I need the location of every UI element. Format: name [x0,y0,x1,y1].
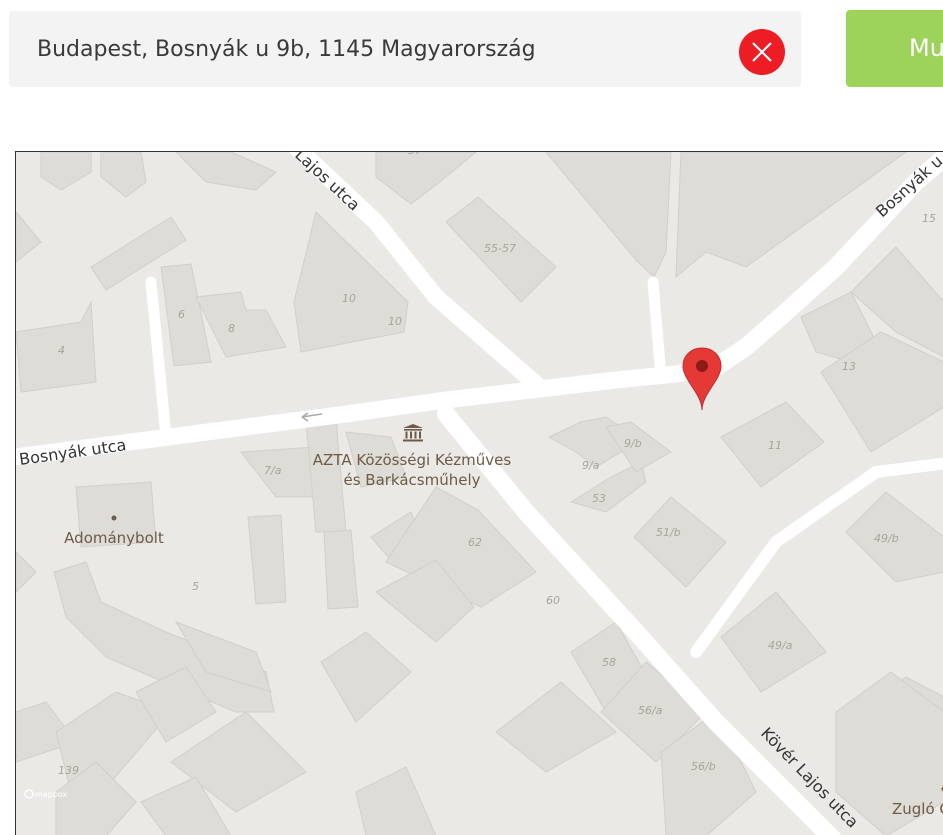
map-view[interactable]: Bosnyák utca Bosnyák u Lajos utca Kövér … [15,151,943,835]
poi-label-azta: AZTA Közösségi Kézműves [313,451,512,469]
house-number: 10 [388,315,402,328]
house-number: 5 [192,580,199,593]
poi-label-azta-2: és Barkácsműhely [343,471,480,489]
close-icon [752,42,772,62]
house-number: 139 [58,764,79,777]
address-search-input[interactable] [37,11,717,87]
map-canvas[interactable]: Bosnyák utca Bosnyák u Lajos utca Kövér … [16,152,943,835]
street-label-bosnyak: Bosnyák utca [18,435,127,469]
clear-search-button[interactable] [739,29,785,75]
house-number: 10 [342,292,356,305]
house-number: 4 [58,344,65,357]
house-number: 51/b [656,526,681,539]
house-number: 6 [178,308,185,321]
house-number: 7/a [264,464,282,477]
house-number: 49/a [768,639,793,652]
mapbox-attribution: mapbox [35,790,68,799]
street-label-lajos: Lajos utca [291,152,363,214]
house-number: 56/a [638,704,663,717]
house-number: 13 [842,360,856,373]
house-number: 55-57 [484,242,516,255]
house-number: 9/a [582,459,600,472]
submit-button[interactable]: Mu [846,10,943,87]
house-number: 58 [602,656,616,669]
mapbox-logo-icon[interactable]: mapbox [24,789,68,799]
house-number: 62 [468,536,482,549]
house-number: 49/b [874,532,899,545]
house-number: 11 [768,439,782,452]
house-number: 57 [408,152,422,157]
museum-icon [403,424,423,442]
house-number: 56/b [691,760,716,773]
poi-label-zuglo: Zugló C [892,800,943,818]
house-number: 60 [546,594,560,607]
house-number: 8 [228,322,235,335]
house-number: 9/b [624,437,642,450]
house-number: 15 [922,212,936,225]
poi-dot-icon [111,515,117,521]
poi-label-adomanybolt: Adománybolt [64,529,164,547]
building-footprints [16,152,943,835]
address-search-box [9,11,801,87]
house-number: 53 [592,492,606,505]
location-pin-icon[interactable] [682,347,722,411]
